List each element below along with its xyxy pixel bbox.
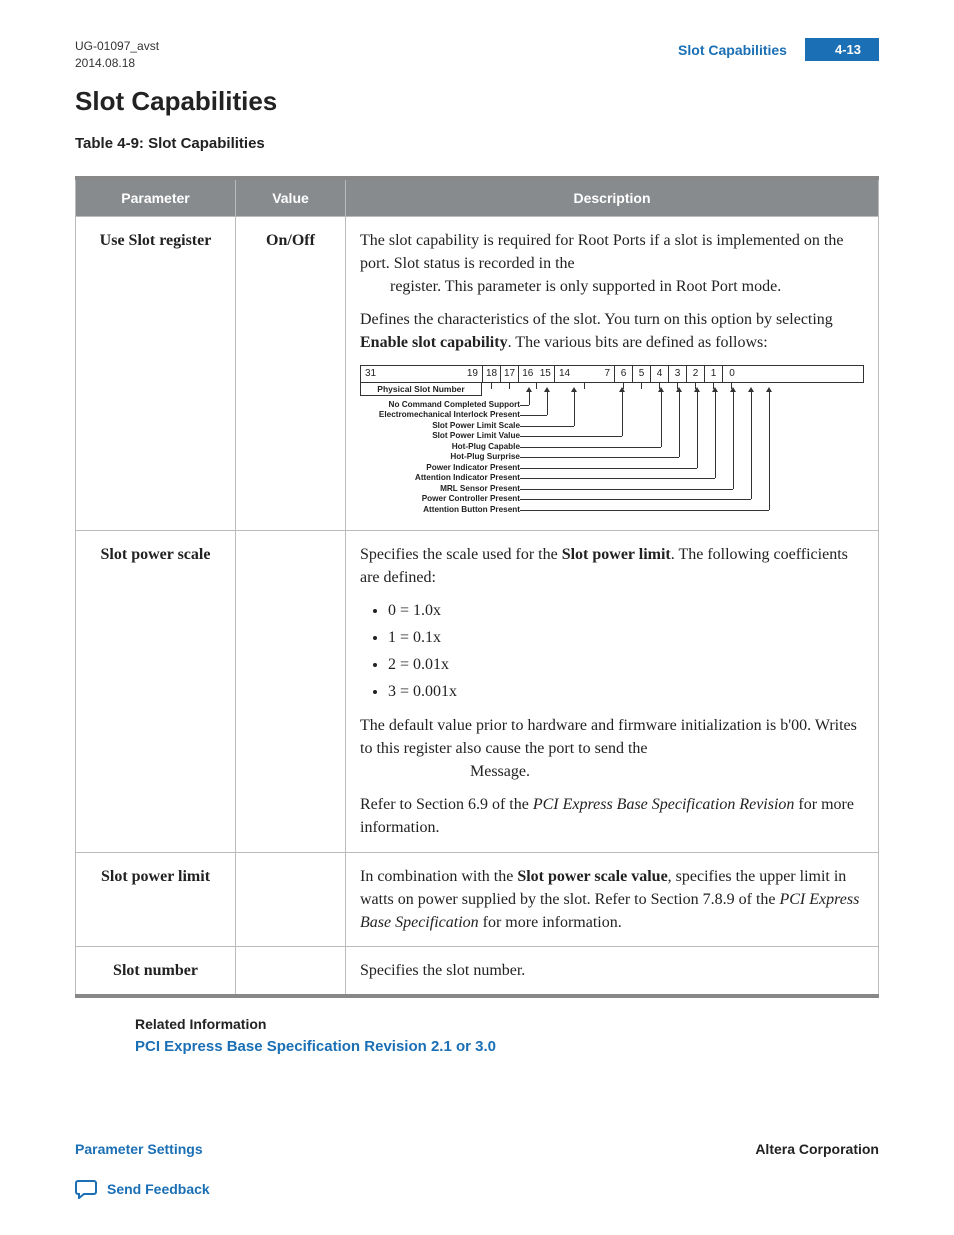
footer-right: Altera Corporation: [755, 1141, 879, 1157]
slot-capabilities-table: Parameter Value Description Use Slot reg…: [75, 176, 879, 999]
param-cell: Slot power scale: [76, 530, 236, 852]
bitfield-diagram: 3119 18 17 1615 147 6 5 4 3 2 1 0: [360, 365, 864, 518]
page-header: UG-01097_avst 2014.08.18 Slot Capabiliti…: [75, 38, 879, 72]
list-item: 1 = 0.1x: [388, 626, 864, 649]
related-link[interactable]: PCI Express Base Specification Revision …: [135, 1038, 496, 1055]
value-cell: [236, 852, 346, 947]
desc-text: The default value prior to hardware and …: [360, 714, 864, 784]
table-caption: Table 4-9: Slot Capabilities: [75, 135, 879, 152]
table-row: Slot power scale Specifies the scale use…: [76, 530, 879, 852]
bitfield-label: Physical Slot Number: [360, 382, 482, 396]
header-right: Slot Capabilities 4-13: [678, 38, 879, 61]
header-left: UG-01097_avst 2014.08.18: [75, 38, 159, 72]
desc-text: Specifies the scale used for the Slot po…: [360, 543, 864, 589]
related-information: Related Information PCI Express Base Spe…: [135, 1016, 879, 1056]
send-feedback[interactable]: Send Feedback: [75, 1179, 210, 1199]
feedback-icon: [75, 1179, 99, 1199]
coefficients-list: 0 = 1.0x 1 = 0.1x 2 = 0.01x 3 = 0.001x: [388, 599, 864, 704]
table-row: Slot number Specifies the slot number.: [76, 947, 879, 997]
param-cell: Use Slot register: [76, 216, 236, 530]
value-cell: On/Off: [236, 216, 346, 530]
doc-date: 2014.08.18: [75, 55, 159, 72]
desc-cell: Specifies the slot number.: [346, 947, 879, 997]
desc-cell: In combination with the Slot power scale…: [346, 852, 879, 947]
list-item: 0 = 1.0x: [388, 599, 864, 622]
desc-text: Specifies the slot number.: [360, 959, 864, 982]
col-description: Description: [346, 178, 879, 217]
list-item: 3 = 0.001x: [388, 680, 864, 703]
page-number-tab: 4-13: [805, 38, 879, 61]
related-heading: Related Information: [135, 1016, 879, 1032]
desc-text: In combination with the Slot power scale…: [360, 865, 864, 935]
value-cell: [236, 947, 346, 997]
table-row: Slot power limit In combination with the…: [76, 852, 879, 947]
section-title: Slot Capabilities: [75, 86, 879, 117]
param-cell: Slot number: [76, 947, 236, 997]
list-item: 2 = 0.01x: [388, 653, 864, 676]
desc-text: Defines the characteristics of the slot.…: [360, 308, 864, 354]
header-title: Slot Capabilities: [678, 42, 787, 58]
col-parameter: Parameter: [76, 178, 236, 217]
col-value: Value: [236, 178, 346, 217]
value-cell: [236, 530, 346, 852]
doc-id: UG-01097_avst: [75, 38, 159, 55]
bitfield-labels: No Command Completed Support Electromech…: [354, 400, 520, 516]
desc-text: Refer to Section 6.9 of the PCI Express …: [360, 793, 864, 839]
desc-cell: Specifies the scale used for the Slot po…: [346, 530, 879, 852]
page-footer: Parameter Settings Altera Corporation: [75, 1141, 879, 1157]
desc-cell: The slot capability is required for Root…: [346, 216, 879, 530]
param-cell: Slot power limit: [76, 852, 236, 947]
desc-text: The slot capability is required for Root…: [360, 229, 864, 299]
footer-left-link[interactable]: Parameter Settings: [75, 1141, 203, 1157]
feedback-label: Send Feedback: [107, 1181, 210, 1197]
table-row: Use Slot register On/Off The slot capabi…: [76, 216, 879, 530]
